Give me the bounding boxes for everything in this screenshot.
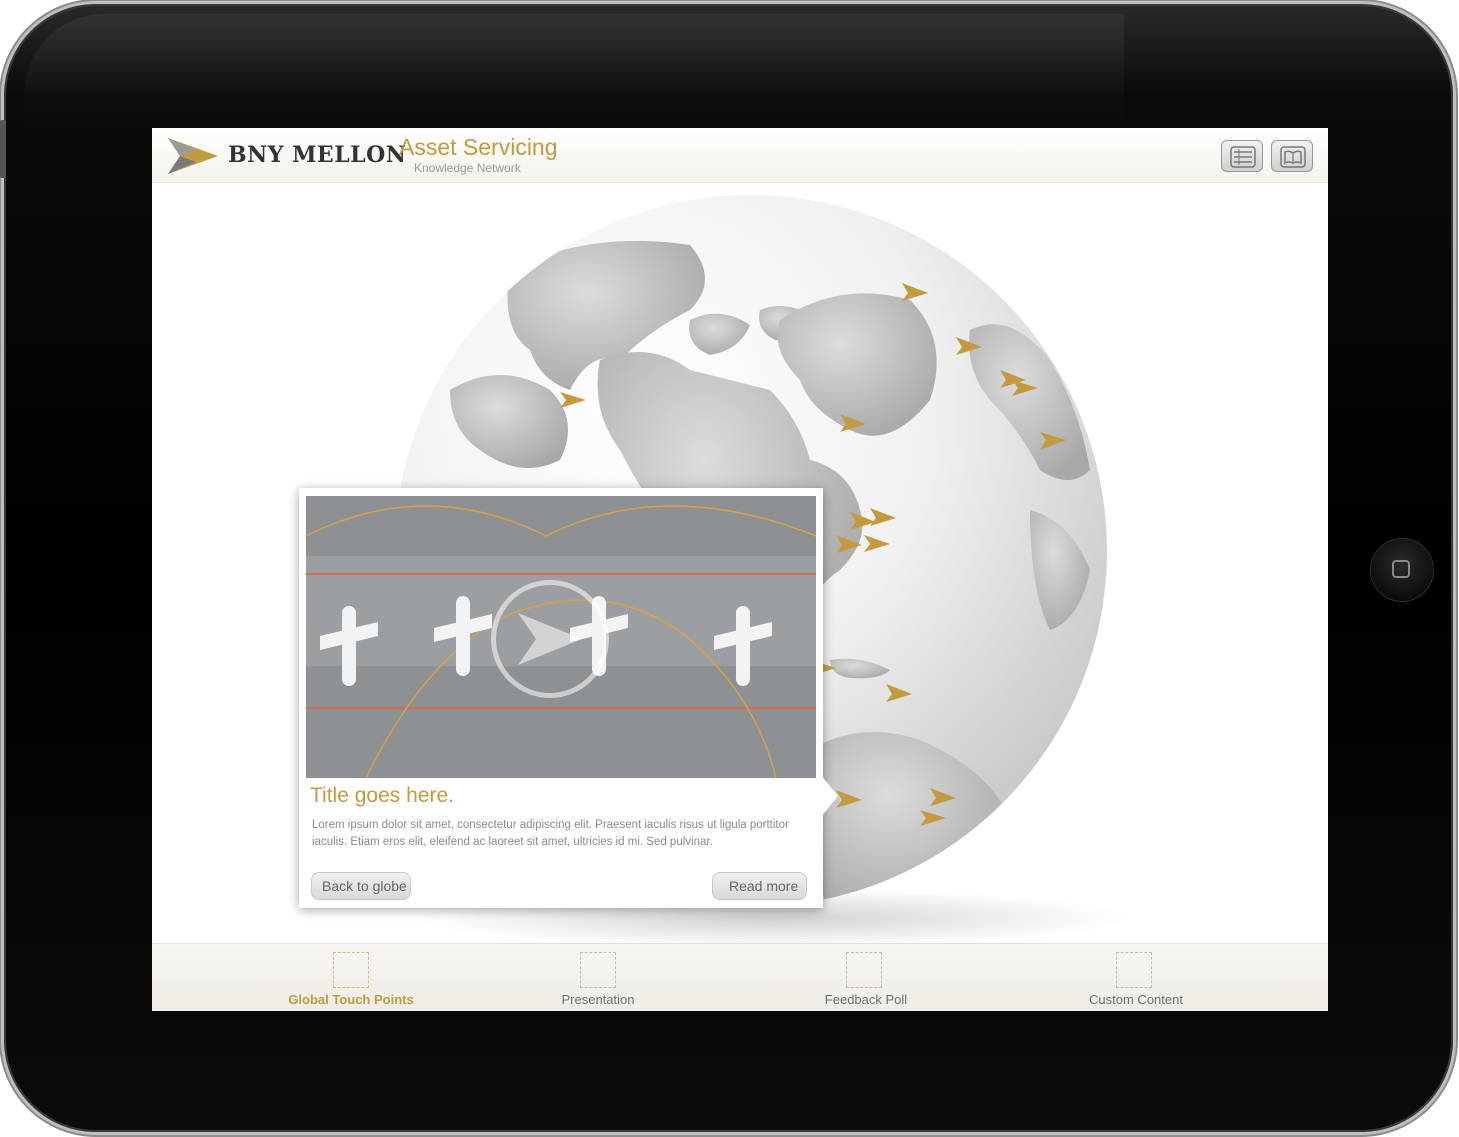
- product-name: Asset Servicing: [399, 134, 558, 160]
- tab-feedback-poll[interactable]: Feedback Poll: [796, 944, 936, 1011]
- presentation-tab-icon: [580, 952, 616, 988]
- tab-label: Custom Content: [1089, 992, 1183, 1007]
- tab-label: Feedback Poll: [824, 992, 908, 1007]
- read-more-button[interactable]: Read more: [712, 872, 807, 900]
- card-title: Title goes here.: [310, 784, 454, 807]
- location-card: Title goes here. Lorem ipsum dolor sit a…: [299, 488, 838, 908]
- tab-global-touch-points[interactable]: Global Touch Points: [271, 944, 431, 1011]
- back-to-globe-button[interactable]: Back to globe: [311, 872, 411, 900]
- card-media[interactable]: [306, 496, 816, 778]
- app-header: BNY MELLON Asset Servicing Knowledge Net…: [152, 128, 1328, 183]
- tab-label: Presentation: [561, 992, 635, 1007]
- tab-presentation[interactable]: Presentation: [528, 944, 668, 1011]
- tab-custom-content[interactable]: Custom Content: [1066, 944, 1206, 1011]
- tab-label: Global Touch Points: [288, 992, 414, 1007]
- custom-content-tab-icon: [1116, 952, 1152, 988]
- list-button[interactable]: [1221, 140, 1263, 172]
- poll-tab-icon: [846, 952, 882, 988]
- book-icon: [1280, 146, 1306, 168]
- play-icon[interactable]: [491, 580, 609, 698]
- home-square-icon: [1392, 560, 1410, 578]
- app-screen: BNY MELLON Asset Servicing Knowledge Net…: [152, 128, 1328, 1011]
- globe-tab-icon: [333, 952, 369, 988]
- home-button[interactable]: [1371, 539, 1433, 601]
- card-pointer: [820, 774, 838, 818]
- bny-mellon-logo-icon: [168, 138, 218, 174]
- side-switch: [0, 120, 6, 178]
- bezel-gloss: [24, 14, 1124, 134]
- book-button[interactable]: [1271, 140, 1313, 172]
- bottom-tab-bar: Global Touch Points Presentation Feedbac…: [152, 943, 1328, 1011]
- card-body: Lorem ipsum dolor sit amet, consectetur …: [312, 819, 789, 848]
- product-subtitle: Knowledge Network: [414, 161, 521, 175]
- list-icon: [1230, 146, 1256, 168]
- brand-name: BNY MELLON: [228, 142, 407, 168]
